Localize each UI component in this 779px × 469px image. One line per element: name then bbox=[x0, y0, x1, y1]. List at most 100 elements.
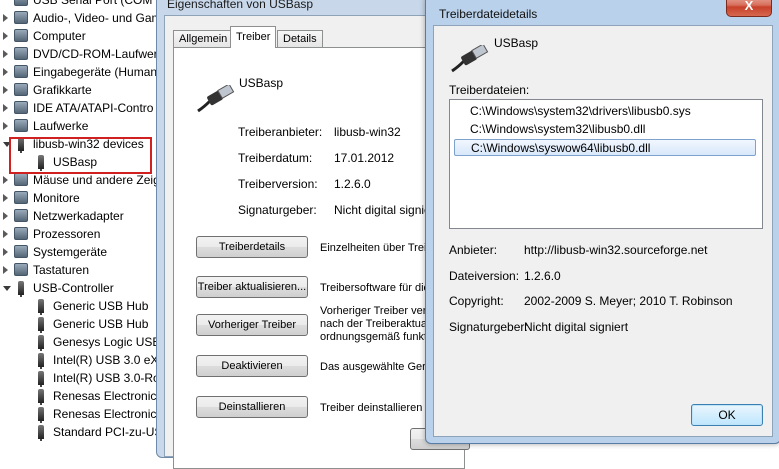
tree-item[interactable]: Systemgeräte bbox=[0, 243, 168, 261]
tree-item-label: Netzwerkadapter bbox=[33, 209, 124, 223]
driver-files-label: Treiberdateien: bbox=[449, 83, 530, 97]
tab-details[interactable]: Details bbox=[277, 30, 323, 48]
uninstall-driver-button[interactable]: Deinstallieren bbox=[196, 396, 308, 418]
expand-arrow-icon[interactable] bbox=[3, 266, 8, 274]
tree-item[interactable]: Laufwerke bbox=[0, 117, 168, 135]
display-adapter-icon bbox=[14, 83, 28, 96]
tree-item-label: Audio-, Video- und Gam bbox=[33, 11, 162, 25]
tree-item-label: Generic USB Hub bbox=[53, 317, 149, 331]
driver-provider-label: Treiberanbieter: bbox=[238, 125, 323, 139]
tree-item-label: Renesas Electronics bbox=[53, 407, 163, 421]
disable-device-button[interactable]: Deaktivieren bbox=[196, 355, 308, 377]
tree-item[interactable]: Generic USB Hub bbox=[0, 297, 168, 315]
collapse-arrow-icon[interactable] bbox=[3, 286, 11, 291]
ok-button[interactable]: OK bbox=[691, 404, 763, 426]
tree-item-label: Standard PCI-zu-USB bbox=[53, 425, 168, 439]
details-signer-value: Nicht digital signiert bbox=[524, 320, 629, 334]
highlight-annotation bbox=[9, 137, 152, 174]
provider-label: Anbieter: bbox=[449, 243, 498, 257]
mouse-icon bbox=[14, 173, 28, 186]
file-version-label: Dateiversion: bbox=[449, 269, 520, 283]
tree-item[interactable]: IDE ATA/ATAPI-Contro bbox=[0, 99, 168, 117]
usb-device-icon bbox=[38, 335, 44, 351]
network-adapter-icon bbox=[14, 209, 28, 222]
processor-icon bbox=[14, 227, 28, 240]
tree-item[interactable]: Intel(R) USB 3.0 eXte bbox=[0, 351, 168, 369]
tree-item[interactable]: DVD/CD-ROM-Laufwerk bbox=[0, 45, 168, 63]
tree-item[interactable]: Intel(R) USB 3.0-Roo bbox=[0, 369, 168, 387]
expand-arrow-icon[interactable] bbox=[3, 194, 8, 202]
file-row-3-selected[interactable]: C:\Windows\syswow64\libusb0.dll bbox=[454, 139, 756, 156]
tree-item[interactable]: USB-Controller bbox=[0, 279, 168, 297]
file-version-value: 1.2.6.0 bbox=[524, 269, 561, 283]
copyright-value: 2002-2009 S. Meyer; 2010 T. Robinson bbox=[524, 294, 733, 308]
tree-item-label: USB Serial Port (COM bbox=[33, 0, 153, 7]
file-row-1[interactable]: C:\Windows\system32\drivers\libusb0.sys bbox=[454, 103, 756, 120]
tree-item-label: Laufwerke bbox=[33, 119, 89, 133]
file-row-2[interactable]: C:\Windows\system32\libusb0.dll bbox=[454, 121, 756, 138]
tree-item-label: Intel(R) USB 3.0 eXte bbox=[53, 353, 168, 367]
properties-dialog-body: Allgemein Treiber Details USBasp Treiber… bbox=[164, 15, 470, 469]
usb-device-icon bbox=[38, 389, 44, 405]
driver-file-details-dialog: Treiberdateidetails X USBasp Treiberdate… bbox=[425, 0, 779, 444]
driver-files-list[interactable]: C:\Windows\system32\drivers\libusb0.sys … bbox=[449, 99, 763, 229]
device-properties-dialog: Eigenschaften von USBasp Allgemein Treib… bbox=[156, 0, 470, 469]
expand-arrow-icon[interactable] bbox=[3, 14, 8, 22]
device-tree[interactable]: USB Serial Port (COM Audio-, Video- und G… bbox=[0, 0, 168, 442]
tree-item[interactable]: Standard PCI-zu-USB bbox=[0, 423, 168, 441]
tree-item[interactable]: Prozessoren bbox=[0, 225, 168, 243]
tree-item-label: Intel(R) USB 3.0-Roo bbox=[53, 371, 167, 385]
tree-item[interactable]: Netzwerkadapter bbox=[0, 207, 168, 225]
expand-arrow-icon[interactable] bbox=[3, 50, 8, 58]
driver-date-label: Treiberdatum: bbox=[238, 151, 313, 165]
tree-item-label: DVD/CD-ROM-Laufwerk bbox=[33, 47, 164, 61]
expand-arrow-icon[interactable] bbox=[3, 248, 8, 256]
tree-item[interactable]: Generic USB Hub bbox=[0, 315, 168, 333]
usb-plug-icon bbox=[451, 45, 489, 73]
expand-arrow-icon[interactable] bbox=[3, 212, 8, 220]
tree-item[interactable]: Monitore bbox=[0, 189, 168, 207]
tab-allgemein[interactable]: Allgemein bbox=[173, 30, 234, 48]
close-button[interactable]: X bbox=[726, 0, 772, 17]
tab-treiber[interactable]: Treiber bbox=[230, 26, 277, 48]
expand-arrow-icon[interactable] bbox=[3, 32, 8, 40]
usb-plug-icon bbox=[197, 85, 235, 113]
driver-date-value: 17.01.2012 bbox=[334, 151, 395, 165]
details-signer-label: Signaturgeber: bbox=[449, 320, 528, 334]
usb-device-icon bbox=[38, 317, 44, 333]
system-device-icon bbox=[14, 245, 28, 258]
usb-controller-icon bbox=[18, 281, 24, 297]
tree-item[interactable]: Audio-, Video- und Gam bbox=[0, 9, 168, 27]
copyright-label: Copyright: bbox=[449, 294, 504, 308]
tree-item[interactable]: Tastaturen bbox=[0, 261, 168, 279]
tree-item[interactable]: Genesys Logic USB2 bbox=[0, 333, 168, 351]
rollback-driver-description-1: Vorheriger Treiber verwe bbox=[320, 305, 441, 317]
tree-item[interactable]: USB Serial Port (COM bbox=[0, 0, 168, 9]
tree-item[interactable]: Renesas Electronics bbox=[0, 387, 168, 405]
rollback-driver-button[interactable]: Vorheriger Treiber bbox=[196, 314, 308, 336]
tree-item-label: Eingabegeräte (Human bbox=[33, 65, 158, 79]
tree-item[interactable]: Computer bbox=[0, 27, 168, 45]
tree-item-label: IDE ATA/ATAPI-Contro bbox=[33, 101, 154, 115]
tree-item-label: Grafikkarte bbox=[33, 83, 92, 97]
expand-arrow-icon[interactable] bbox=[3, 104, 8, 112]
serial-port-icon bbox=[14, 0, 28, 6]
details-dialog-title: Treiberdateidetails bbox=[439, 7, 538, 21]
driver-provider-value: libusb-win32 bbox=[334, 125, 401, 139]
expand-arrow-icon[interactable] bbox=[3, 68, 8, 76]
expand-arrow-icon[interactable] bbox=[3, 176, 8, 184]
update-driver-button[interactable]: Treiber aktualisieren... bbox=[196, 276, 308, 298]
audio-icon bbox=[14, 11, 28, 24]
tree-item-label: USB-Controller bbox=[33, 281, 114, 295]
tree-item[interactable]: Grafikkarte bbox=[0, 81, 168, 99]
tree-item-label: Systemgeräte bbox=[33, 245, 108, 259]
tree-item[interactable]: Renesas Electronics bbox=[0, 405, 168, 423]
usb-device-icon bbox=[38, 353, 44, 369]
expand-arrow-icon[interactable] bbox=[3, 86, 8, 94]
tree-item[interactable]: Eingabegeräte (Human bbox=[0, 63, 168, 81]
properties-dialog-title: Eigenschaften von USBasp bbox=[167, 0, 314, 11]
tree-item-label: Renesas Electronics bbox=[53, 389, 163, 403]
expand-arrow-icon[interactable] bbox=[3, 230, 8, 238]
expand-arrow-icon[interactable] bbox=[3, 122, 8, 130]
driver-details-button[interactable]: Treiberdetails bbox=[196, 236, 308, 258]
